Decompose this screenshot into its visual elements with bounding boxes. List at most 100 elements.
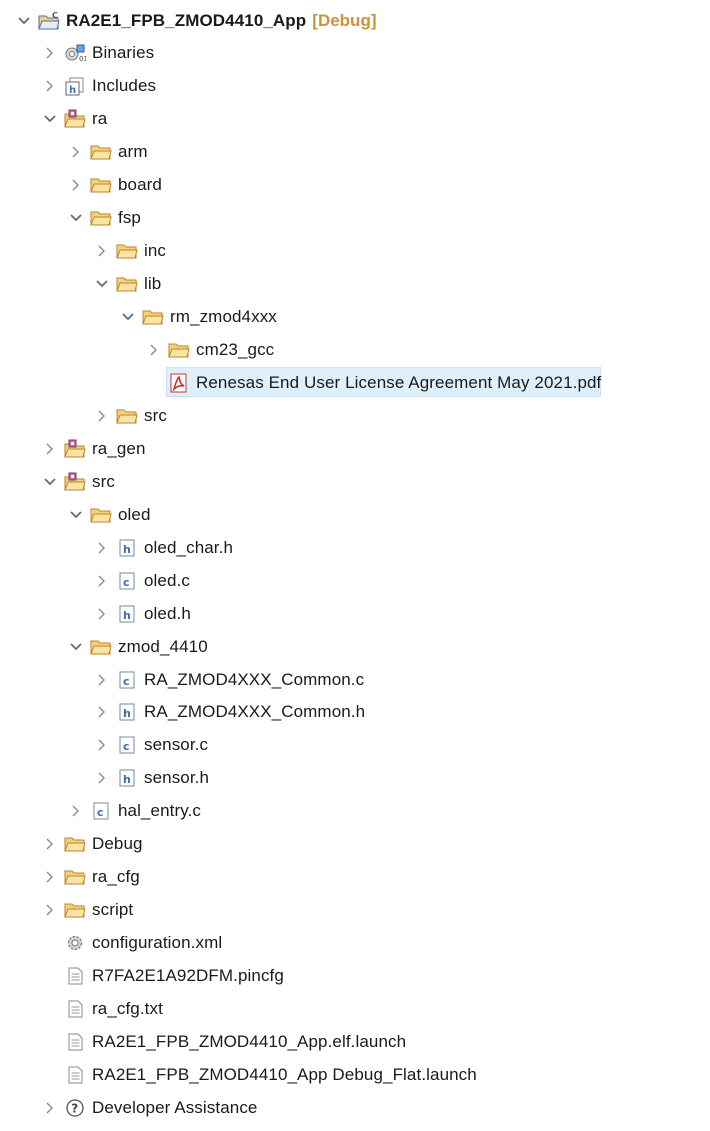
help-icon: ?: [64, 1097, 86, 1119]
tree-item-oled[interactable]: oled: [0, 498, 151, 531]
tree-item-debug-flat-launch[interactable]: RA2E1_FPB_ZMOD4410_App Debug_Flat.launch: [0, 1058, 477, 1091]
collapsed-chevron-icon[interactable]: [42, 834, 58, 854]
expanded-chevron-icon[interactable]: [42, 109, 58, 129]
collapsed-chevron-icon[interactable]: [42, 900, 58, 920]
collapsed-chevron-icon[interactable]: [94, 604, 110, 624]
tree-item-sensor-c[interactable]: c sensor.c: [0, 729, 208, 762]
binaries-icon: 01: [64, 42, 86, 64]
collapsed-chevron-icon[interactable]: [42, 867, 58, 887]
collapsed-chevron-icon[interactable]: [68, 175, 84, 195]
tree-item-fsp-src[interactable]: src: [0, 399, 167, 432]
expanded-chevron-icon[interactable]: [16, 11, 32, 31]
tree-item-binaries[interactable]: 01 Binaries: [0, 37, 154, 70]
h-file-icon: h: [116, 537, 138, 559]
tree-item-fsp[interactable]: fsp: [0, 202, 141, 235]
tree-item-oled-c[interactable]: c oled.c: [0, 564, 190, 597]
folder-icon: [90, 174, 112, 196]
svg-text:h: h: [69, 85, 76, 96]
tree-item-oled-char-h[interactable]: h oled_char.h: [0, 531, 233, 564]
twistie-spacer: [42, 999, 58, 1019]
text-file-icon: [64, 1031, 86, 1053]
tree-item-ra-gen[interactable]: ra_gen: [0, 432, 146, 465]
svg-text:c: c: [123, 740, 130, 753]
tree-item-ra-zmod-common-c[interactable]: c RA_ZMOD4XXX_Common.c: [0, 663, 364, 696]
collapsed-chevron-icon[interactable]: [68, 142, 84, 162]
tree-item-license-pdf[interactable]: Renesas End User License Agreement May 2…: [0, 366, 602, 399]
tree-item-label: src: [144, 405, 167, 425]
collapsed-chevron-icon[interactable]: [94, 670, 110, 690]
tree-item-ra-cfg-txt[interactable]: ra_cfg.txt: [0, 993, 163, 1026]
folder-icon: [116, 405, 138, 427]
pdf-icon: [168, 372, 190, 394]
source-folder-icon: [64, 108, 86, 130]
svg-text:?: ?: [71, 1101, 78, 1115]
collapsed-chevron-icon[interactable]: [94, 735, 110, 755]
svg-text:h: h: [123, 707, 131, 720]
twistie-spacer: [42, 966, 58, 986]
h-file-icon: h: [116, 701, 138, 723]
tree-item-label: Binaries: [92, 43, 155, 63]
twistie-spacer: [42, 933, 58, 953]
collapsed-chevron-icon[interactable]: [42, 439, 58, 459]
tree-item-lib[interactable]: lib: [0, 268, 161, 301]
tree-item-debug[interactable]: Debug: [0, 828, 143, 861]
tree-item-label: ra_cfg: [92, 867, 140, 887]
tree-item-hal-entry-c[interactable]: c hal_entry.c: [0, 795, 201, 828]
svg-text:c: c: [123, 675, 130, 688]
expanded-chevron-icon[interactable]: [120, 307, 136, 327]
tree-item-label: Debug: [92, 834, 143, 854]
c-file-icon: c: [116, 669, 138, 691]
tree-item-label: arm: [118, 142, 148, 162]
collapsed-chevron-icon[interactable]: [42, 76, 58, 96]
tree-item-oled-h[interactable]: h oled.h: [0, 597, 191, 630]
collapsed-chevron-icon[interactable]: [68, 801, 84, 821]
tree-item-board[interactable]: board: [0, 169, 162, 202]
folder-icon: [64, 866, 86, 888]
tree-item-label: board: [118, 175, 162, 195]
tree-item-inc[interactable]: inc: [0, 235, 166, 268]
collapsed-chevron-icon[interactable]: [94, 538, 110, 558]
tree-item-label: RA2E1_FPB_ZMOD4410_App: [66, 10, 307, 30]
folder-icon: [64, 833, 86, 855]
collapsed-chevron-icon[interactable]: [42, 1098, 58, 1118]
tree-item-arm[interactable]: arm: [0, 136, 148, 169]
collapsed-chevron-icon[interactable]: [42, 43, 58, 63]
tree-item-configuration-xml[interactable]: configuration.xml: [0, 927, 222, 960]
expanded-chevron-icon[interactable]: [94, 274, 110, 294]
svg-text:h: h: [123, 609, 131, 622]
tree-item-zmod-4410[interactable]: zmod_4410: [0, 630, 208, 663]
tree-item-label: RA_ZMOD4XXX_Common.h: [144, 702, 366, 722]
tree-item-label: oled.c: [144, 570, 190, 590]
tree-item-pincfg[interactable]: R7FA2E1A92DFM.pincfg: [0, 960, 284, 993]
collapsed-chevron-icon[interactable]: [94, 571, 110, 591]
tree-item-src[interactable]: src: [0, 465, 115, 498]
folder-icon: [142, 306, 164, 328]
tree-item-label: configuration.xml: [92, 933, 223, 953]
tree-item-rm-zmod4xxx[interactable]: rm_zmod4xxx: [0, 301, 277, 334]
tree-item-cm23-gcc[interactable]: cm23_gcc: [0, 334, 274, 367]
expanded-chevron-icon[interactable]: [68, 208, 84, 228]
tree-item-elf-launch[interactable]: RA2E1_FPB_ZMOD4410_App.elf.launch: [0, 1025, 406, 1058]
tree-item-sensor-h[interactable]: h sensor.h: [0, 762, 209, 795]
collapsed-chevron-icon[interactable]: [94, 702, 110, 722]
svg-text:C: C: [52, 11, 58, 20]
folder-icon: [90, 504, 112, 526]
expanded-chevron-icon[interactable]: [68, 505, 84, 525]
expanded-chevron-icon[interactable]: [42, 472, 58, 492]
svg-text:01: 01: [79, 55, 86, 63]
twistie-spacer: [42, 1032, 58, 1052]
tree-item-script[interactable]: script: [0, 894, 133, 927]
tree-item-developer-assistance[interactable]: ? Developer Assistance: [0, 1091, 257, 1124]
tree-item-project-root[interactable]: C RA2E1_FPB_ZMOD4410_App [Debug]: [0, 4, 377, 37]
tree-item-ra[interactable]: ra: [0, 103, 107, 136]
tree-item-includes[interactable]: h Includes: [0, 70, 156, 103]
tree-item-label: R7FA2E1A92DFM.pincfg: [92, 966, 284, 986]
tree-item-ra-zmod-common-h[interactable]: h RA_ZMOD4XXX_Common.h: [0, 696, 365, 729]
collapsed-chevron-icon[interactable]: [146, 340, 162, 360]
tree-item-label: cm23_gcc: [196, 340, 275, 359]
collapsed-chevron-icon[interactable]: [94, 768, 110, 788]
expanded-chevron-icon[interactable]: [68, 637, 84, 657]
collapsed-chevron-icon[interactable]: [94, 406, 110, 426]
collapsed-chevron-icon[interactable]: [94, 241, 110, 261]
tree-item-ra-cfg[interactable]: ra_cfg: [0, 861, 140, 894]
